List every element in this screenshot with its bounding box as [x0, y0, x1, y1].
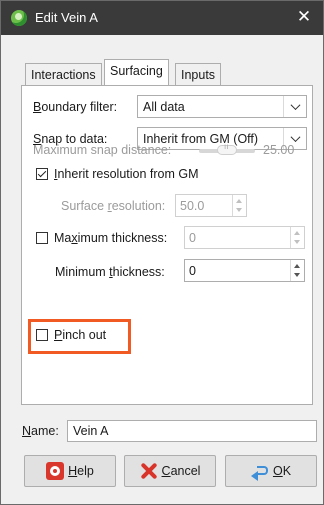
boundary-filter-dropdown[interactable]: All data — [137, 95, 307, 118]
cancel-x-icon — [140, 462, 158, 480]
tab-label: Interactions — [31, 68, 96, 82]
return-arrow-icon — [250, 462, 269, 481]
lifebuoy-help-icon — [46, 462, 65, 480]
pinch-out-highlight-box — [28, 319, 131, 354]
boundary-filter-label: Boundary filter: — [33, 100, 118, 114]
window-title: Edit Vein A — [35, 10, 98, 25]
tab-interactions[interactable]: Interactions — [25, 63, 102, 85]
maximum-thickness-value: 0 — [189, 231, 196, 245]
tab-surfacing[interactable]: Surfacing — [104, 59, 169, 85]
surface-resolution-value: 50.0 — [180, 199, 205, 213]
title-bar: Edit Vein A ✕ — [1, 1, 323, 35]
ok-button-label: OK — [272, 464, 292, 478]
chevron-down-icon — [283, 96, 306, 117]
boundary-filter-value: All data — [143, 100, 185, 114]
stepper-arrows-icon — [290, 260, 304, 281]
stepper-arrows-icon — [290, 227, 304, 248]
max-snap-distance-label: Maximum snap distance: — [33, 143, 172, 157]
maximum-thickness-stepper[interactable]: 0 — [184, 226, 305, 249]
help-button-label: Help — [68, 464, 94, 478]
maximum-thickness-checkbox[interactable] — [36, 232, 48, 244]
snap-distance-slider-thumb[interactable] — [217, 142, 237, 155]
tab-inputs[interactable]: Inputs — [175, 63, 222, 85]
maximum-thickness-label: Maximum thickness: — [54, 231, 168, 245]
inherit-resolution-checkbox[interactable] — [36, 168, 48, 180]
surface-resolution-label: Surface resolution: — [61, 199, 166, 213]
name-label: Name: — [22, 424, 59, 438]
minimum-thickness-value: 0 — [189, 264, 196, 278]
name-input-value: Vein A — [73, 424, 109, 438]
tab-label: Surfacing — [110, 64, 163, 78]
max-snap-distance-value: 25.00 — [263, 143, 295, 157]
close-button[interactable]: ✕ — [295, 7, 313, 27]
cancel-button[interactable]: Cancel — [124, 455, 216, 487]
stepper-arrows-icon — [232, 195, 246, 216]
surface-resolution-stepper[interactable]: 50.0 — [175, 194, 247, 217]
name-input[interactable]: Vein A — [67, 420, 317, 442]
minimum-thickness-label: Minimum thickness: — [55, 265, 165, 279]
ok-button[interactable]: OK — [225, 455, 317, 487]
edit-dialog-window: Edit Vein A ✕ Interactions Surfacing Inp… — [0, 0, 324, 505]
cancel-button-label: Cancel — [161, 464, 201, 478]
app-logo-icon — [11, 10, 27, 26]
help-button[interactable]: Help — [24, 455, 116, 487]
inherit-resolution-label: Inherit resolution from GM — [54, 167, 199, 181]
minimum-thickness-stepper[interactable]: 0 — [184, 259, 305, 282]
tab-label: Inputs — [181, 68, 216, 82]
